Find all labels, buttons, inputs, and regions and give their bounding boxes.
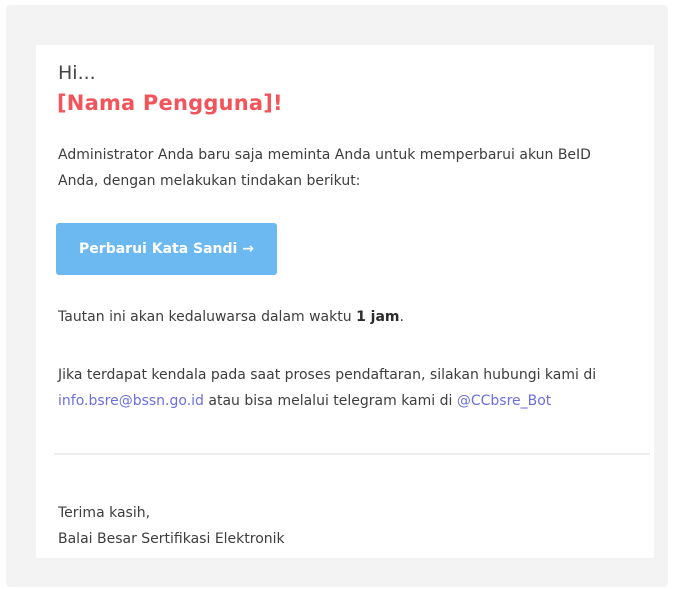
email-background: Hi... [Nama Pengguna]! Administrator And… [6, 5, 668, 587]
email-card: Hi... [Nama Pengguna]! Administrator And… [36, 45, 654, 558]
signoff: Terima kasih, Balai Besar Sertifikasi Ele… [58, 500, 285, 552]
signoff-thanks: Terima kasih, [58, 505, 151, 521]
intro-paragraph: Administrator Anda baru saja meminta And… [58, 147, 591, 189]
help-middle: atau bisa melalui telegram kami di [203, 393, 457, 409]
user-name-heading: [Nama Pengguna]! [57, 91, 283, 115]
expiry-suffix: . [399, 309, 404, 325]
support-email-link[interactable]: info.bsre@bssn.go.id [58, 393, 204, 409]
greeting-text: Hi... [58, 62, 96, 84]
signoff-organization: Balai Besar Sertifikasi Elektronik [58, 531, 285, 547]
expiry-time: 1 jam [356, 309, 400, 325]
divider [54, 453, 650, 455]
update-password-button[interactable]: Perbarui Kata Sandi → [56, 223, 277, 275]
help-paragraph: Jika terdapat kendala pada saat proses p… [58, 362, 643, 414]
telegram-link[interactable]: @CCbsre_Bot [457, 393, 551, 409]
expiry-prefix: Tautan ini akan kedaluwarsa dalam waktu [58, 309, 357, 325]
expiry-notice: Tautan ini akan kedaluwarsa dalam waktu … [58, 309, 404, 325]
help-prefix: Jika terdapat kendala pada saat proses p… [58, 367, 597, 383]
